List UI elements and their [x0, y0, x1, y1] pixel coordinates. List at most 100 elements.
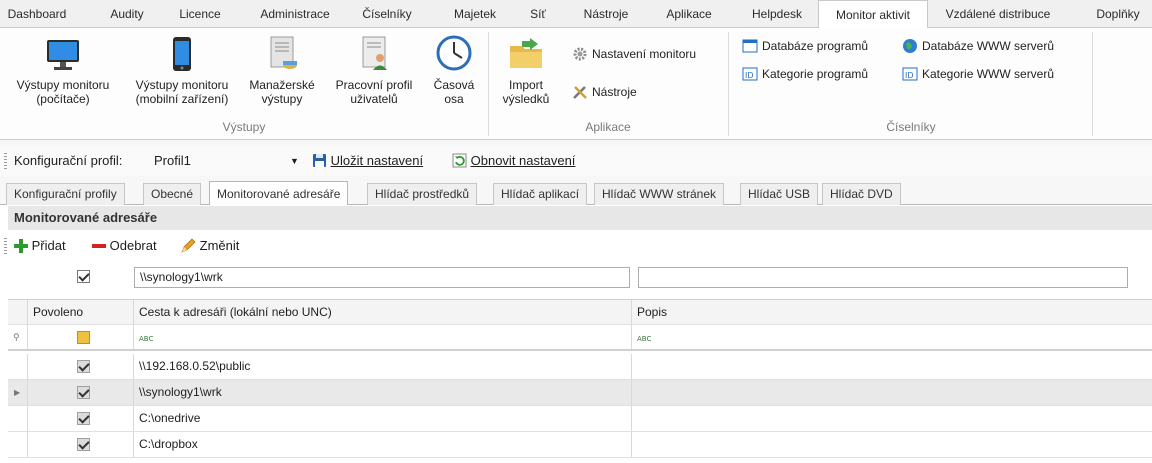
group-label-aplikace: Aplikace [585, 120, 631, 134]
tab-administrace[interactable]: Administrace [250, 0, 340, 28]
user-work-profile-button[interactable]: Pracovní profil uživatelů [326, 32, 422, 106]
enabled-cell[interactable] [28, 406, 134, 431]
toolbar-grip[interactable] [4, 238, 7, 254]
database-icon [742, 38, 758, 54]
filter-checkbox[interactable] [77, 331, 90, 344]
tab-hlidac-usb[interactable]: Hlídač USB [740, 183, 819, 205]
table-row[interactable]: C:\dropbox [8, 432, 1152, 458]
description-cell[interactable] [632, 406, 1152, 431]
clock-icon [434, 34, 474, 74]
tab-ciselniky[interactable]: Číselníky [352, 0, 422, 28]
user-profile-icon [354, 34, 394, 74]
group-separator [488, 32, 489, 136]
tab-licence[interactable]: Licence [168, 0, 232, 28]
www-server-database-button[interactable]: Databáze WWW serverů [902, 36, 1054, 56]
mobile-icon [162, 34, 202, 74]
import-results-button[interactable]: Import výsledků [494, 32, 558, 106]
column-header-path[interactable]: Cesta k adresáři (lokální nebo UNC) [134, 300, 632, 324]
tab-sit[interactable]: Síť [520, 0, 556, 28]
enabled-cell[interactable] [28, 354, 134, 379]
tab-monitor-aktivit[interactable]: Monitor aktivit [818, 0, 928, 29]
tab-monitorovane-adresare[interactable]: Monitorované adresáře [209, 181, 349, 206]
tab-dashboard[interactable]: Dashboard [0, 0, 74, 28]
folder-import-icon [506, 34, 546, 74]
tab-doplnky[interactable]: Doplňky [1088, 0, 1148, 28]
column-header-enabled[interactable]: Povoleno [28, 300, 134, 324]
ribbon-tab-bar: Dashboard Audity Licence Administrace Čí… [0, 0, 1152, 29]
path-cell[interactable]: C:\onedrive [134, 406, 632, 431]
plus-icon [14, 238, 28, 253]
text-filter-icon: ABC [637, 335, 652, 343]
filter-pin-icon: ⚲ [8, 325, 28, 349]
tab-hlidac-aplikaci[interactable]: Hlídač aplikací [493, 183, 588, 205]
table-row[interactable]: \\192.168.0.52\public [8, 354, 1152, 380]
action-toolbar: Přidat Odebrat Změnit [4, 232, 1152, 260]
svg-text:ID: ID [905, 71, 914, 80]
remove-button[interactable]: Odebrat [92, 238, 157, 254]
save-settings-button[interactable]: Uložit nastavení [312, 151, 423, 171]
tab-majetek[interactable]: Majetek [446, 0, 504, 28]
enabled-cell[interactable] [28, 432, 134, 457]
program-categories-button[interactable]: ID Kategorie programů [742, 64, 868, 84]
tab-obecne[interactable]: Obecné [143, 183, 202, 205]
globe-icon [902, 38, 918, 54]
program-database-button[interactable]: Databáze programů [742, 36, 868, 56]
description-input[interactable] [638, 267, 1128, 288]
www-server-categories-button[interactable]: ID Kategorie WWW serverů [902, 64, 1054, 84]
path-input[interactable]: \\synology1\wrk [134, 267, 630, 288]
tab-helpdesk[interactable]: Helpdesk [742, 0, 812, 28]
tab-audity[interactable]: Audity [100, 0, 154, 28]
enabled-cell[interactable] [28, 380, 134, 405]
description-cell[interactable] [632, 432, 1152, 457]
filter-description-cell[interactable]: ABC [632, 325, 1152, 349]
add-button[interactable]: Přidat [14, 238, 66, 254]
management-reports-button[interactable]: Manažerské výstupy [242, 32, 322, 106]
column-header-description[interactable]: Popis [632, 300, 1152, 324]
pencil-icon [180, 238, 196, 254]
enabled-checkbox-editor[interactable] [77, 270, 90, 283]
path-cell[interactable]: C:\dropbox [134, 432, 632, 457]
description-cell[interactable] [632, 380, 1152, 405]
row-indicator [8, 432, 28, 457]
enabled-checkbox[interactable] [77, 412, 90, 425]
tab-vzdalene-distribuce[interactable]: Vzdálené distribuce [936, 0, 1060, 28]
tab-nastroje[interactable]: Nástroje [574, 0, 638, 28]
outputs-computers-button[interactable]: Výstupy monitoru (počítače) [4, 32, 122, 106]
table-row[interactable]: C:\onedrive [8, 406, 1152, 432]
config-profile-select[interactable]: Profil1 [150, 151, 302, 171]
row-indicator [8, 354, 28, 379]
toolbar-grip[interactable] [4, 153, 7, 169]
restore-settings-button[interactable]: Obnovit nastavení [452, 151, 575, 171]
timeline-button[interactable]: Časová osa [426, 32, 482, 106]
enabled-checkbox[interactable] [77, 438, 90, 451]
grid-header-row: Povoleno Cesta k adresáři (lokální nebo … [8, 299, 1152, 325]
tools-icon [572, 84, 588, 100]
enabled-checkbox[interactable] [77, 386, 90, 399]
refresh-icon [452, 153, 467, 168]
id-card-icon: ID [902, 66, 918, 82]
outputs-mobile-button[interactable]: Výstupy monitoru (mobilní zařízení) [126, 32, 238, 106]
group-label-ciselniky: Číselníky [886, 120, 936, 134]
save-icon [312, 153, 327, 168]
tab-hlidac-www-stranek[interactable]: Hlídač WWW stránek [594, 183, 725, 205]
chevron-down-icon[interactable]: ▼ [290, 151, 299, 171]
filter-enabled-cell[interactable] [28, 325, 134, 349]
tools-button[interactable]: Nástroje [572, 82, 637, 102]
row-indicator [8, 406, 28, 431]
monitor-settings-button[interactable]: Nastavení monitoru [572, 44, 696, 64]
tab-hlidac-dvd[interactable]: Hlídač DVD [822, 183, 901, 205]
path-cell[interactable]: \\synology1\wrk [134, 380, 632, 405]
enabled-checkbox[interactable] [77, 360, 90, 373]
path-cell[interactable]: \\192.168.0.52\public [134, 354, 632, 379]
table-row-selected[interactable]: ▶ \\synology1\wrk [8, 380, 1152, 406]
tab-hlidac-prostredku[interactable]: Hlídač prostředků [367, 183, 478, 205]
gear-icon [572, 46, 588, 62]
filter-path-cell[interactable]: ABC [134, 325, 632, 349]
edit-button[interactable]: Změnit [180, 238, 239, 255]
id-card-icon: ID [742, 66, 758, 82]
panel-title: Monitorované adresáře [8, 206, 1152, 230]
tab-konfiguracni-profily[interactable]: Konfigurační profily [6, 183, 125, 205]
description-cell[interactable] [632, 354, 1152, 379]
ribbon-panel: Výstupy monitoru (počítače) Výstupy moni… [0, 28, 1152, 140]
tab-aplikace[interactable]: Aplikace [654, 0, 724, 28]
